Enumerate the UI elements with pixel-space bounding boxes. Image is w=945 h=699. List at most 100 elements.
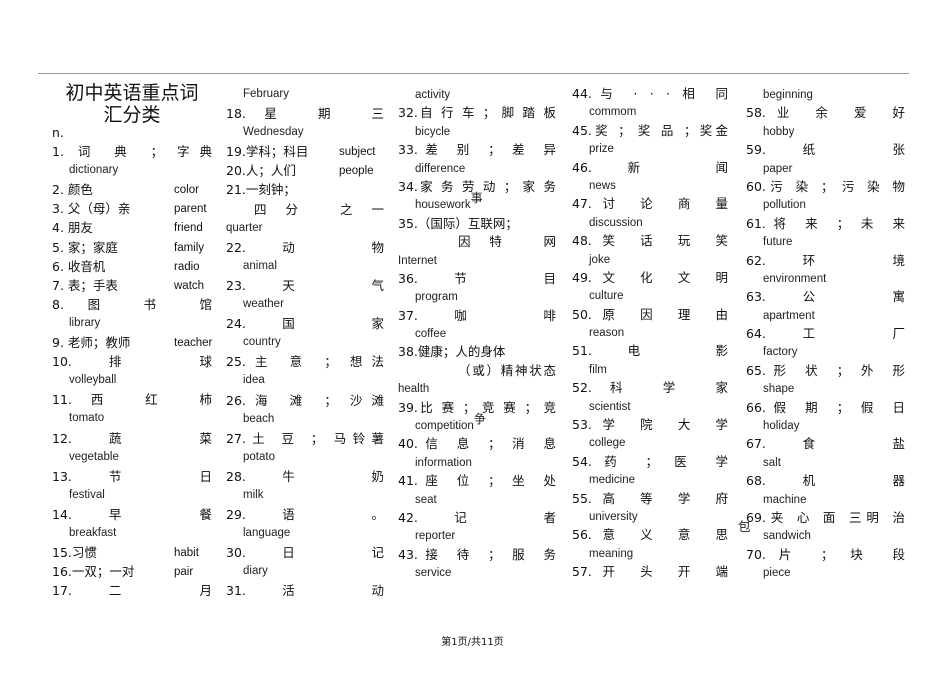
english-term: diary xyxy=(226,562,384,581)
term-text: weather xyxy=(243,298,284,311)
english-term: family xyxy=(174,241,205,254)
term-text: reason xyxy=(589,327,625,340)
english-term: animal xyxy=(226,257,384,276)
term-text: Internet xyxy=(398,254,437,267)
term-text: information xyxy=(415,456,472,469)
chinese-term: 66.假 期 ； 假 日 xyxy=(746,399,905,415)
chinese-term: 50.原 因 理 由 xyxy=(572,306,728,322)
english-term: subject xyxy=(339,146,376,159)
english-term: college xyxy=(572,434,728,452)
chinese-term: 21.一刻钟； xyxy=(226,180,384,199)
chinese-term: 28.牛 奶 xyxy=(226,468,384,484)
vocab-entry: 15.习惯 habit xyxy=(52,543,212,562)
document-title: 初中英语重点词 汇分类 xyxy=(52,82,212,126)
english-term: film xyxy=(572,361,728,379)
chinese-term: 55.高 等 学 府 xyxy=(572,490,728,506)
english-term: Wednesday xyxy=(226,123,384,142)
english-term: volleyball xyxy=(52,371,212,390)
chinese-term: 5. 家；家庭 xyxy=(52,239,118,255)
english-term: coffee xyxy=(398,325,556,343)
term-text: environment xyxy=(763,272,827,285)
english-term: meaning xyxy=(572,545,728,563)
english-term: news xyxy=(572,177,728,195)
english-term: pollution xyxy=(746,196,905,214)
chinese-term: 1. 词 典 ； 字典 xyxy=(52,144,212,160)
english-term: library xyxy=(52,314,212,333)
english-term: commom xyxy=(572,103,728,121)
vocab-entry: 2. 颜色 color xyxy=(52,180,212,199)
term-text: paper xyxy=(763,162,793,175)
vocab-entry: 9. 老师；教师 teacher xyxy=(52,333,212,352)
term-text: language xyxy=(243,527,291,540)
chinese-term: 29.语 。 xyxy=(226,507,384,523)
english-term: color xyxy=(174,184,199,197)
english-term: weather xyxy=(226,295,384,314)
chinese-term: 62.环 境 xyxy=(746,252,905,268)
english-term: scientist xyxy=(572,398,728,416)
chinese-term: 70.片 ； 块 段 xyxy=(746,546,905,562)
english-term: milk xyxy=(226,486,384,505)
english-term: festival xyxy=(52,486,212,505)
term-text: health xyxy=(398,383,430,396)
english-term: housework 事 xyxy=(398,191,556,214)
term-text: program xyxy=(415,291,458,304)
english-term: difference xyxy=(398,160,556,178)
english-term: quarter xyxy=(226,219,384,238)
title-line-1: 初中英语重点词 xyxy=(65,82,199,104)
english-term: language xyxy=(226,524,384,543)
vocab-entry: 6. 收音机 radio xyxy=(52,257,212,276)
term-text: diary xyxy=(243,565,268,578)
overflow-char: 争 xyxy=(473,412,486,427)
chinese-term: 42.记 者 xyxy=(398,509,556,525)
term-text: discussion xyxy=(589,216,643,229)
term-text: piece xyxy=(763,567,791,580)
english-term: potato xyxy=(226,448,384,467)
english-term: shape xyxy=(746,380,905,398)
english-term: February xyxy=(226,85,384,104)
chinese-term: 36.节 目 xyxy=(398,270,556,286)
chinese-term: 19.学科；科目 xyxy=(226,144,309,160)
vocab-entry: 7. 表；手表 watch xyxy=(52,276,212,295)
chinese-term: 11.西 红 柿 xyxy=(52,392,212,408)
term-text: festival xyxy=(69,488,105,501)
chinese-term: 16.一双；一对 xyxy=(52,564,135,580)
chinese-term: 26.海 滩 ； 沙滩 xyxy=(226,392,384,408)
chinese-term: 63.公 寓 xyxy=(746,289,905,305)
term-text: activity xyxy=(415,89,451,101)
term-text: service xyxy=(415,567,452,580)
chinese-term: 40.信 息 ； 消 息 xyxy=(398,436,556,452)
english-term: information xyxy=(398,454,556,472)
english-term: reporter xyxy=(398,527,556,545)
english-term: seat xyxy=(398,491,556,509)
page-number: 第1页/共11页 xyxy=(441,637,504,648)
english-term: factory xyxy=(746,343,905,361)
english-term: university xyxy=(572,508,728,526)
chinese-term: 57.开 头 开 端 xyxy=(572,564,728,580)
chinese-term: 9. 老师；教师 xyxy=(52,335,131,351)
english-term: hobby xyxy=(746,123,905,141)
english-term: prize xyxy=(572,140,728,158)
chinese-term: 27.土 豆 ； 马铃薯 xyxy=(226,430,384,446)
english-term: dictionary xyxy=(52,161,212,180)
vocab-entry: 19.学科；科目 subject xyxy=(226,142,384,161)
english-term: discussion xyxy=(572,214,728,232)
term-text: library xyxy=(69,316,101,329)
english-term: parent xyxy=(174,203,207,216)
term-text: country xyxy=(243,336,281,349)
english-term: piece xyxy=(746,564,905,582)
english-term: radio xyxy=(174,260,200,273)
english-term: watch xyxy=(174,279,205,292)
english-term: competition 争 xyxy=(398,412,556,435)
term-text: scientist xyxy=(589,400,631,413)
term-text: shape xyxy=(763,383,795,396)
chinese-term: 8. 图 书 馆 xyxy=(52,296,212,312)
term-text: holiday xyxy=(763,420,800,433)
english-term: habit xyxy=(174,547,199,560)
chinese-term: 46.新 闻 xyxy=(572,159,728,175)
english-term: service xyxy=(398,564,556,582)
term-text: 38.健康；人的身体 xyxy=(398,344,506,360)
term-text: volleyball xyxy=(69,374,117,387)
chinese-term: 因特 网 xyxy=(458,234,556,250)
english-term: apartment xyxy=(746,307,905,325)
term-text: meaning xyxy=(589,547,634,560)
